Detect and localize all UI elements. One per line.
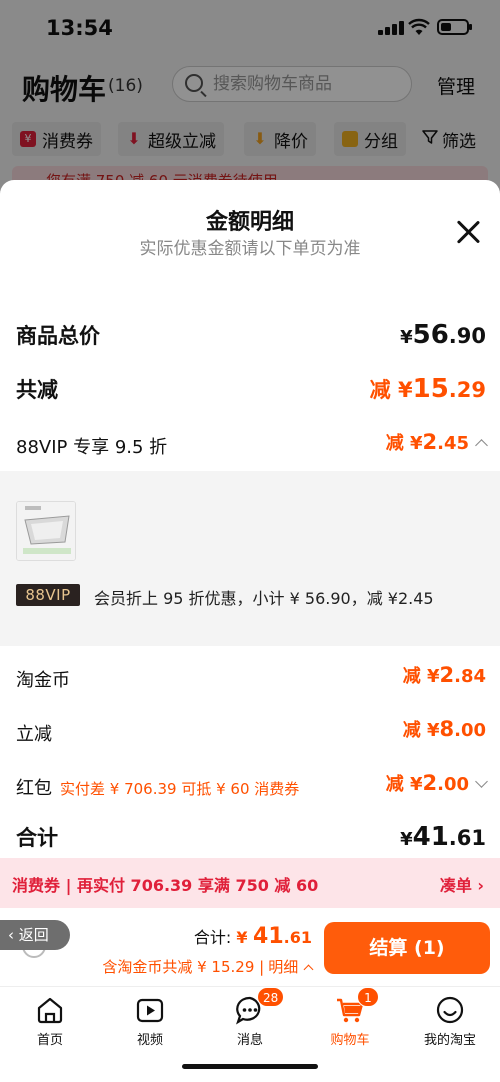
coin-row: 淘金币 减 ¥2.84 bbox=[16, 662, 486, 698]
red-packet-row[interactable]: 红包 实付差 ¥ 706.39 可抵 ¥ 60 消费券 减 ¥2.00 bbox=[16, 770, 488, 806]
amount-detail-sheet: 金额明细 实际优惠金额请以下单页为准 商品总价 ¥56.90 共减 减 ¥15.… bbox=[0, 180, 500, 1082]
detail-toggle[interactable]: 明细 bbox=[268, 958, 314, 976]
goods-total-label: 商品总价 bbox=[16, 324, 100, 348]
promo-text: 消费券 | 再实付 706.39 享满 750 减 60 bbox=[12, 876, 319, 895]
home-indicator bbox=[182, 1064, 318, 1069]
vip-detail-panel: 88VIP 会员折上 95 折优惠，小计 ¥ 56.90，减 ¥2.45 bbox=[0, 471, 500, 646]
cart-badge: 1 bbox=[357, 987, 379, 1007]
tab-cart[interactable]: 1 购物车 bbox=[300, 987, 400, 1048]
total-reduce-value: 减 ¥15.29 bbox=[369, 374, 486, 404]
chevron-up-icon bbox=[475, 439, 488, 452]
coupon-promo-bar[interactable]: 消费券 | 再实付 706.39 享满 750 减 60 凑单 › bbox=[0, 858, 500, 908]
checkout-button[interactable]: 结算 (1) bbox=[324, 922, 490, 974]
red-packet-value: 减 ¥2.00 bbox=[386, 770, 488, 796]
red-packet-label: 红包 实付差 ¥ 706.39 可抵 ¥ 60 消费券 bbox=[16, 778, 300, 799]
home-icon bbox=[35, 995, 65, 1025]
total-reduce-label: 共减 bbox=[16, 378, 58, 402]
sum-label: 合计 bbox=[16, 826, 58, 850]
goods-total-value: ¥56.90 bbox=[400, 320, 486, 350]
profile-icon bbox=[435, 995, 465, 1025]
vip-discount-row[interactable]: 88VIP 专享 9.5 折 减 ¥2.45 bbox=[16, 429, 488, 465]
vip-discount-label: 88VIP 专享 9.5 折 bbox=[16, 437, 168, 458]
tab-home[interactable]: 首页 bbox=[0, 995, 100, 1048]
back-button[interactable]: ‹ 返回 bbox=[0, 920, 70, 950]
sheet-title: 金额明细 bbox=[205, 210, 294, 235]
saving-summary: 含淘金币共减 ¥ 15.29 | 明细 bbox=[102, 956, 314, 977]
chevron-up-icon bbox=[303, 964, 314, 975]
sum-value: ¥41.61 bbox=[400, 822, 486, 852]
red-packet-note: 实付差 ¥ 706.39 可抵 ¥ 60 消费券 bbox=[60, 780, 300, 798]
add-items-link[interactable]: 凑单 › bbox=[440, 872, 484, 896]
tab-my-taobao[interactable]: 我的淘宝 bbox=[400, 995, 500, 1048]
video-icon bbox=[135, 995, 165, 1025]
tab-video[interactable]: 视频 bbox=[100, 995, 200, 1048]
instant-reduce-value: 减 ¥8.00 bbox=[402, 717, 486, 741]
message-icon: 28 bbox=[235, 987, 285, 1025]
total-reduce-row: 共减 减 ¥15.29 bbox=[16, 374, 486, 410]
checkout-total: 合计: ¥ 41.61 bbox=[193, 924, 312, 949]
coin-value: 减 ¥2.84 bbox=[402, 663, 486, 687]
sum-row: 合计 ¥41.61 bbox=[16, 822, 486, 858]
tab-messages[interactable]: 28 消息 bbox=[200, 987, 300, 1048]
chevron-down-icon bbox=[475, 775, 488, 788]
cart-icon: 1 bbox=[335, 987, 379, 1025]
checkout-bar: ‹ 返回 合计: ¥ 41.61 含淘金币共减 ¥ 15.29 | 明细 结算 (… bbox=[0, 910, 500, 986]
coin-label: 淘金币 bbox=[16, 670, 70, 691]
vip-discount-value: 减 ¥2.45 bbox=[386, 429, 488, 455]
sheet-subtitle: 实际优惠金额请以下单页为准 bbox=[139, 239, 361, 259]
close-icon[interactable] bbox=[454, 218, 482, 246]
vip-badge: 88VIP bbox=[16, 584, 80, 606]
vip-detail-text: 会员折上 95 折优惠，小计 ¥ 56.90，减 ¥2.45 bbox=[94, 589, 434, 608]
message-badge: 28 bbox=[257, 987, 285, 1007]
goods-total-row: 商品总价 ¥56.90 bbox=[16, 320, 486, 356]
product-thumbnail bbox=[16, 501, 76, 561]
instant-reduce-row: 立减 减 ¥8.00 bbox=[16, 716, 486, 752]
instant-reduce-label: 立减 bbox=[16, 724, 52, 745]
